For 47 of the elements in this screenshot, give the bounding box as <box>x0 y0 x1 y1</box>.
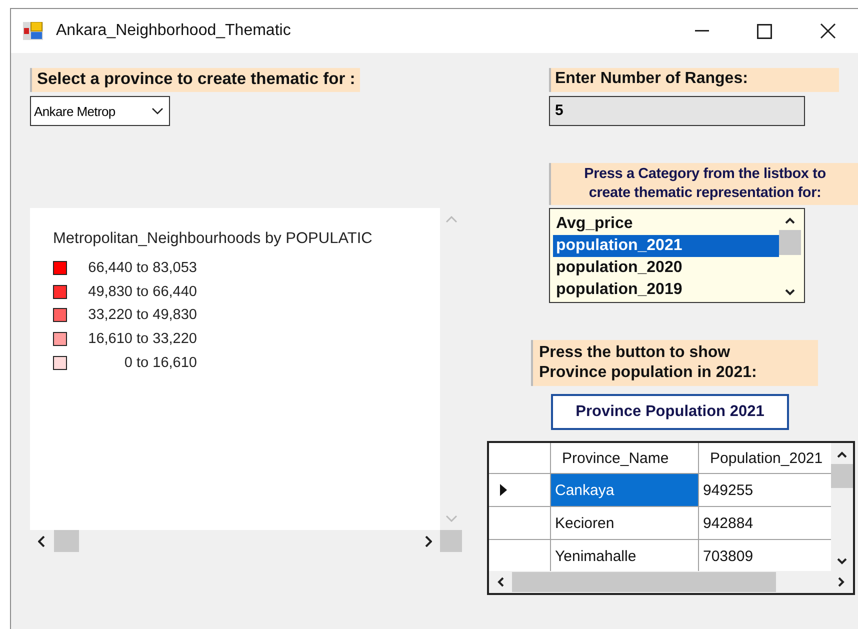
scroll-left-icon[interactable] <box>38 536 45 546</box>
legend-label: 49,830 to 66,440 <box>87 284 197 300</box>
legend-label: 66,440 to 83,053 <box>87 260 197 276</box>
table-cell: Cankaya <box>551 474 699 506</box>
province-dropdown[interactable]: Ankare Metrop <box>30 96 170 126</box>
scroll-right-icon[interactable] <box>425 536 432 546</box>
scroll-thumb[interactable] <box>512 572 776 592</box>
horizontal-scrollbar[interactable] <box>489 571 853 593</box>
category-listbox[interactable]: Avg_price population_2021 population_2020 population_2019 <box>549 208 805 303</box>
population-label: Press the button to show Province population in 2021: <box>531 340 818 386</box>
scroll-down-icon[interactable] <box>837 558 847 565</box>
scroll-thumb[interactable] <box>779 230 801 255</box>
close-icon[interactable] <box>820 23 836 39</box>
province-population-button[interactable]: Province Population 2021 <box>551 394 789 430</box>
app-icon <box>23 22 43 40</box>
table-cell-text: 942884 <box>702 514 754 534</box>
legend-label: 16,610 to 33,220 <box>87 330 197 347</box>
table-cell-text: 949255 <box>702 480 754 500</box>
scroll-thumb[interactable] <box>54 530 79 552</box>
scroll-corner <box>440 530 462 552</box>
list-item[interactable]: population_2019 <box>553 279 779 301</box>
scroll-right-icon[interactable] <box>838 577 845 587</box>
list-item[interactable]: population_2020 <box>553 257 779 279</box>
list-item[interactable]: population_2021 <box>553 235 779 257</box>
minimize-icon[interactable] <box>695 30 709 32</box>
legend-title: Metropolitan_Neighbourhoods by POPULATIC <box>53 230 372 248</box>
table-cell-text: 703809 <box>702 546 754 566</box>
scroll-up-icon[interactable] <box>785 217 795 224</box>
column-header[interactable]: Province_Name <box>551 443 699 473</box>
column-header[interactable]: Population_2021 <box>699 443 825 473</box>
scroll-left-icon[interactable] <box>497 577 504 587</box>
scroll-down-icon[interactable] <box>785 289 795 296</box>
current-row-icon <box>500 484 507 496</box>
scroll-thumb[interactable] <box>831 464 853 488</box>
province-label: Select a province to create thematic for : <box>30 68 360 92</box>
chevron-down-icon <box>152 108 163 114</box>
category-label: Press a Category from the listbox to create thematic representation for: <box>549 163 858 205</box>
legend-label: 33,220 to 49,830 <box>87 307 197 324</box>
maximize-icon[interactable] <box>757 24 772 38</box>
table-cell: Kecioren <box>551 507 699 539</box>
scroll-up-icon[interactable] <box>837 451 847 458</box>
ranges-label: Enter Number of Ranges: <box>549 68 839 92</box>
window-title: Ankara_Neighborhood_Thematic <box>56 22 292 40</box>
legend-label: 0 to 16,610 <box>123 354 197 371</box>
ranges-field[interactable]: 5 <box>549 96 805 126</box>
list-item[interactable]: Avg_price <box>553 213 779 235</box>
vertical-scrollbar[interactable] <box>831 443 853 571</box>
